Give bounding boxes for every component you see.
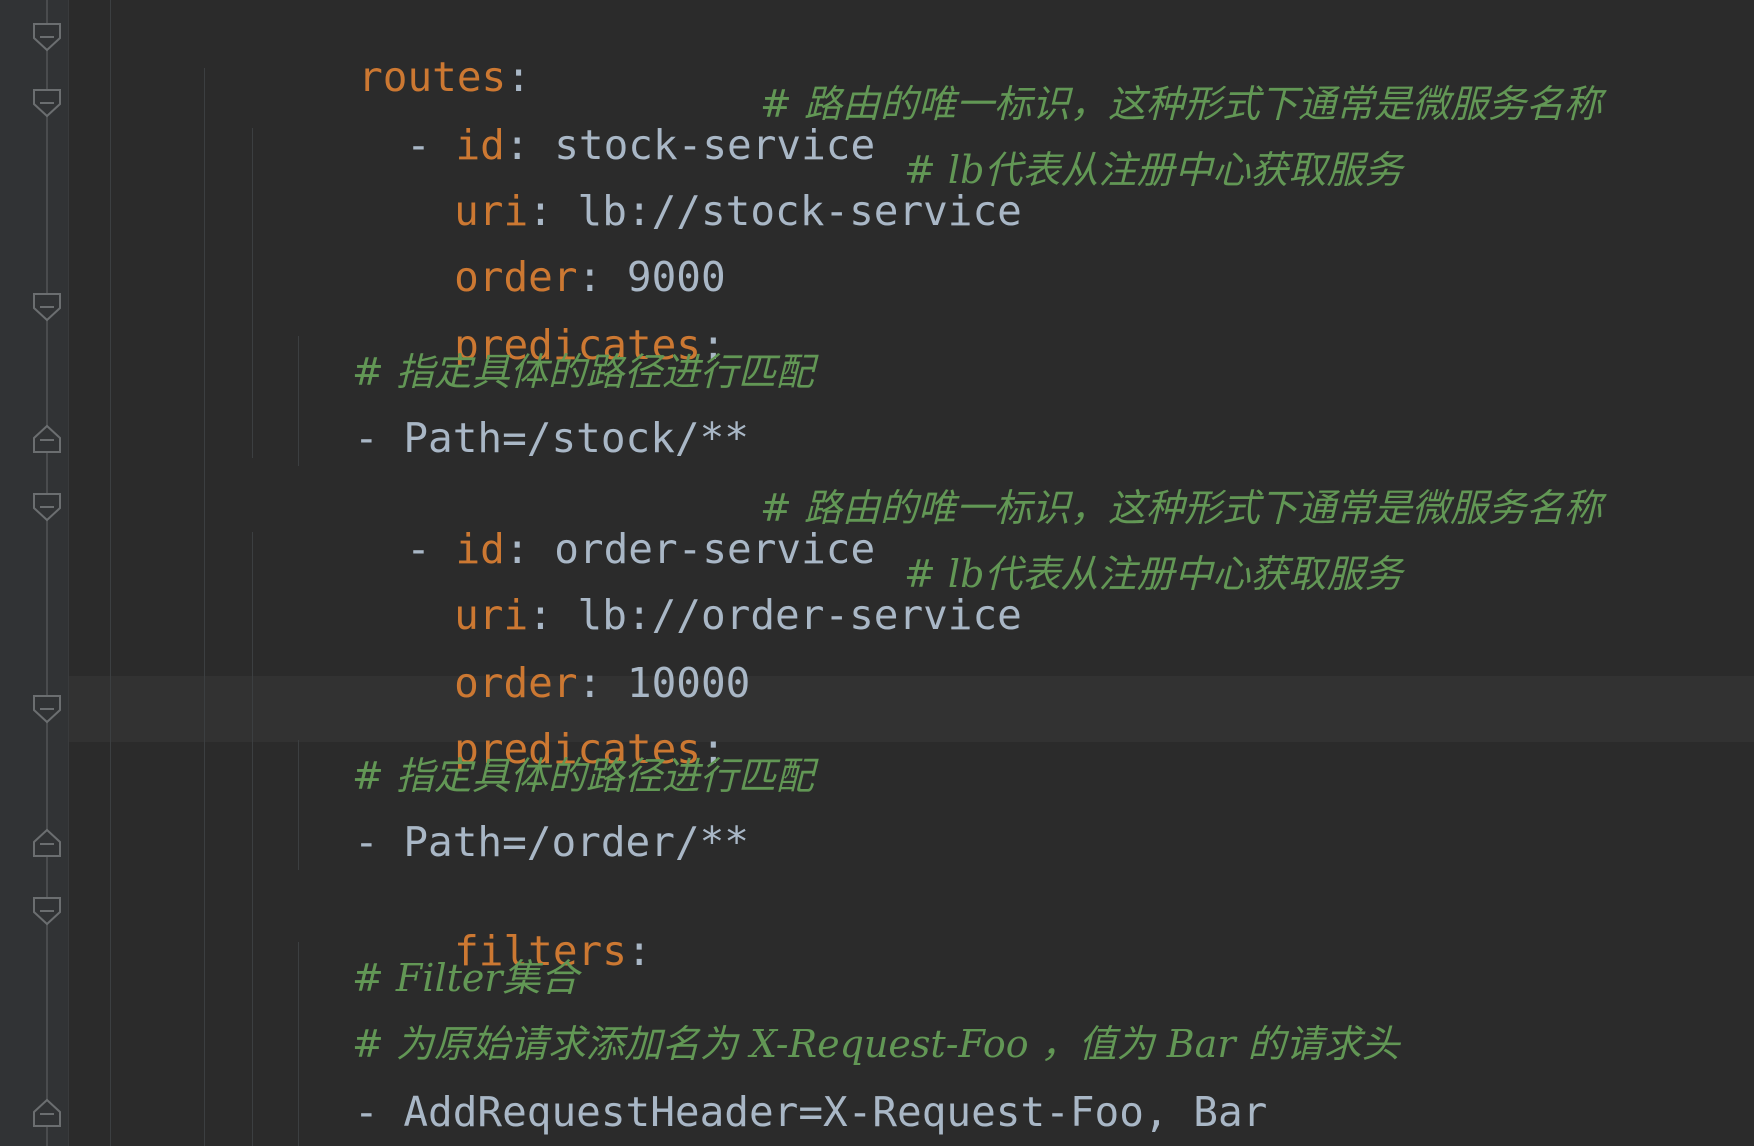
code-comment: # 指定具体的路径进行匹配 [352, 754, 814, 798]
fold-end-icon[interactable] [32, 826, 62, 860]
code-line[interactable]: routes: [210, 16, 531, 98]
code-comment: # 路由的唯一标识，这种形式下通常是微服务名称 [760, 82, 1602, 126]
indent-guide [204, 68, 205, 1146]
fold-collapse-icon[interactable] [32, 490, 62, 524]
fold-end-icon[interactable] [32, 1096, 62, 1130]
code-line[interactable]: filters: [306, 890, 651, 972]
code-comment: # lb代表从注册中心获取服务 [904, 552, 1403, 596]
current-line-highlight [0, 676, 1754, 742]
indent-guide [110, 0, 111, 1146]
code-line[interactable]: predicates: [306, 284, 726, 366]
code-editor[interactable]: routes: - id: stock-service # 路由的唯一标识，这种… [0, 0, 1754, 1146]
fold-end-icon[interactable] [32, 422, 62, 456]
gutter [0, 0, 69, 1146]
fold-guide-line [46, 0, 48, 1146]
code-comment: # 为原始请求添加名为 X-Request-Foo ，值为 Bar 的请求头 [352, 1022, 1400, 1066]
code-line[interactable]: - Path=/order/** [354, 822, 749, 866]
fold-collapse-icon[interactable] [32, 692, 62, 726]
code-line[interactable]: order: 10000 [306, 622, 750, 704]
code-comment: # 路由的唯一标识，这种形式下通常是微服务名称 [760, 486, 1602, 530]
fold-collapse-icon[interactable] [32, 290, 62, 324]
indent-guide [252, 128, 253, 458]
indent-guide [298, 336, 299, 466]
code-comment: # lb代表从注册中心获取服务 [904, 148, 1403, 192]
fold-collapse-icon[interactable] [32, 894, 62, 928]
code-line[interactable]: - Path=/stock/** [354, 418, 749, 462]
code-line[interactable]: order: 9000 [306, 216, 726, 298]
code-comment: # Filter集合 [352, 956, 579, 1000]
code-line[interactable]: predicates: [306, 688, 726, 770]
indent-guide [252, 532, 253, 1146]
fold-collapse-icon[interactable] [32, 86, 62, 120]
indent-guide [298, 740, 299, 870]
code-comment: # 指定具体的路径进行匹配 [352, 350, 814, 394]
yaml-colon: : [626, 927, 652, 975]
code-line[interactable]: - AddRequestHeader=X-Request-Foo, Bar [354, 1092, 1267, 1136]
indent-guide [298, 942, 299, 1146]
fold-collapse-icon[interactable] [32, 20, 62, 54]
